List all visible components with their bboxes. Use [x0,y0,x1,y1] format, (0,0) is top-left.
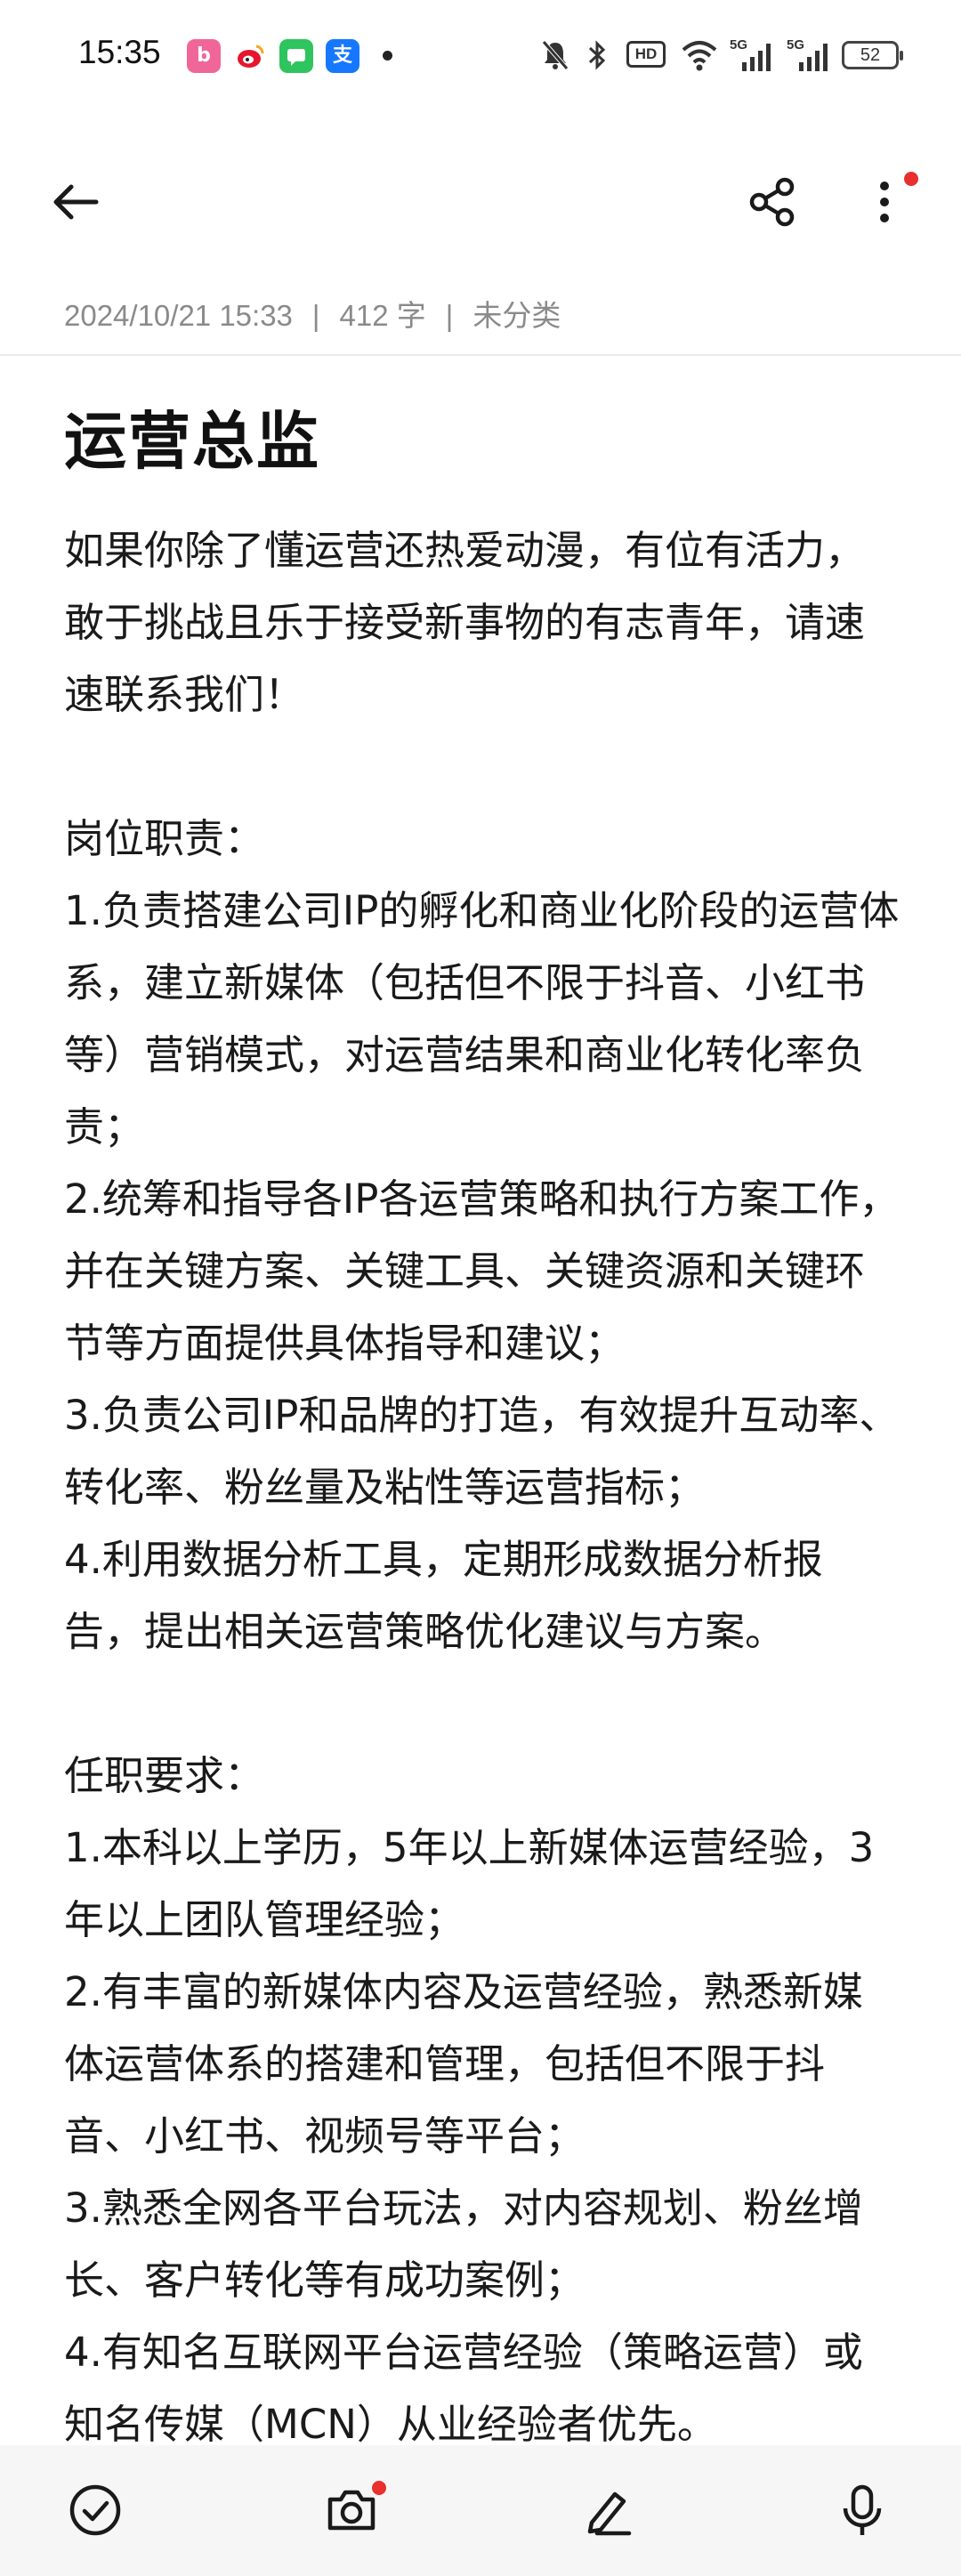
bilibili-icon: b [187,39,221,73]
note-toolbar [0,151,961,254]
note-paragraph: 1.本科以上学历，5年以上新媒体运营经验，3年以上团队管理经验； [64,1824,875,1943]
alipay-icon: 支 [326,39,359,73]
more-vertical-icon [880,182,889,222]
weibo-icon [233,39,267,73]
hd-icon: HD [626,41,666,68]
note-meta: 2024/10/21 15:33 | 412 字 | 未分类 [64,292,561,335]
handwriting-button[interactable] [569,2472,646,2548]
camera-icon [327,2490,376,2531]
meta-separator: | [311,299,320,332]
status-bar: 15:35 b 支 HD 5G 5G 52 [0,0,961,111]
bluetooth-icon [588,40,606,70]
note-blank-line [64,731,900,803]
more-options-button[interactable] [849,166,920,238]
divider [0,354,961,356]
note-paragraph: 4.有知名互联网平台运营经验（策略运营）或知名传媒（MCN）从业经验者优先。 [64,2329,863,2448]
note-word-count: 412 字 [339,299,426,332]
voice-input-button[interactable] [824,2472,900,2548]
note-paragraph: 4.利用数据分析工具，定期形成数据分析报告，提出相关运营策略优化建议与方案。 [64,1536,823,1655]
notification-badge [904,172,918,186]
back-button[interactable] [39,166,110,238]
battery-indicator: 52 [842,41,903,69]
note-paragraph: 如果你除了懂运营还热爱动漫，有位有活力，敢于挑战且乐于接受新事物的有志青年，请速… [64,527,866,718]
back-arrow-icon [53,184,99,220]
note-body[interactable]: 如果你除了懂运营还热爱动漫，有位有活力，敢于挑战且乐于接受新事物的有志青年，请速… [64,514,900,2460]
signal-5g-icon: 5G [787,36,831,75]
mute-icon [542,40,569,70]
notification-badge [372,2481,386,2495]
bottom-toolbar [0,2445,961,2576]
camera-button[interactable] [313,2472,390,2548]
note-paragraph: 3.负责公司IP和品牌的打造，有效提升互动率、转化率、粉丝量及粘性等运营指标； [64,1392,900,1511]
wifi-icon [682,41,717,71]
note-paragraph: 2.有丰富的新媒体内容及运营经验，熟悉新媒体运营体系的搭建和管理，包括但不限于抖… [64,1968,863,2160]
microphone-icon [843,2484,882,2535]
pen-icon [587,2491,632,2536]
meta-separator: | [445,299,454,332]
status-time: 15:35 [78,34,161,70]
checklist-button[interactable] [57,2472,133,2548]
note-paragraph: 岗位职责： [64,815,265,862]
share-icon [749,177,795,227]
checklist-icon [69,2484,121,2536]
share-button[interactable] [737,166,808,238]
note-blank-line [64,1668,900,1740]
messages-icon [279,39,313,73]
note-title[interactable]: 运营总监 [64,392,320,481]
note-date: 2024/10/21 15:33 [64,299,293,332]
note-paragraph: 1.负责搭建公司IP的孵化和商业化阶段的运营体系，建立新媒体（包括但不限于抖音、… [64,887,900,1151]
signal-5g-icon: 5G [730,36,774,75]
note-paragraph: 2.统筹和指导各IP各运营策略和执行方案工作，并在关键方案、关键工具、关键资源和… [64,1175,900,1367]
note-paragraph: 3.熟悉全网各平台玩法，对内容规划、粉丝增长、客户转化等有成功案例； [64,2184,863,2304]
more-notifications-dot [383,51,392,61]
note-paragraph: 任职要求： [64,1752,265,1799]
note-category[interactable]: 未分类 [472,299,561,332]
